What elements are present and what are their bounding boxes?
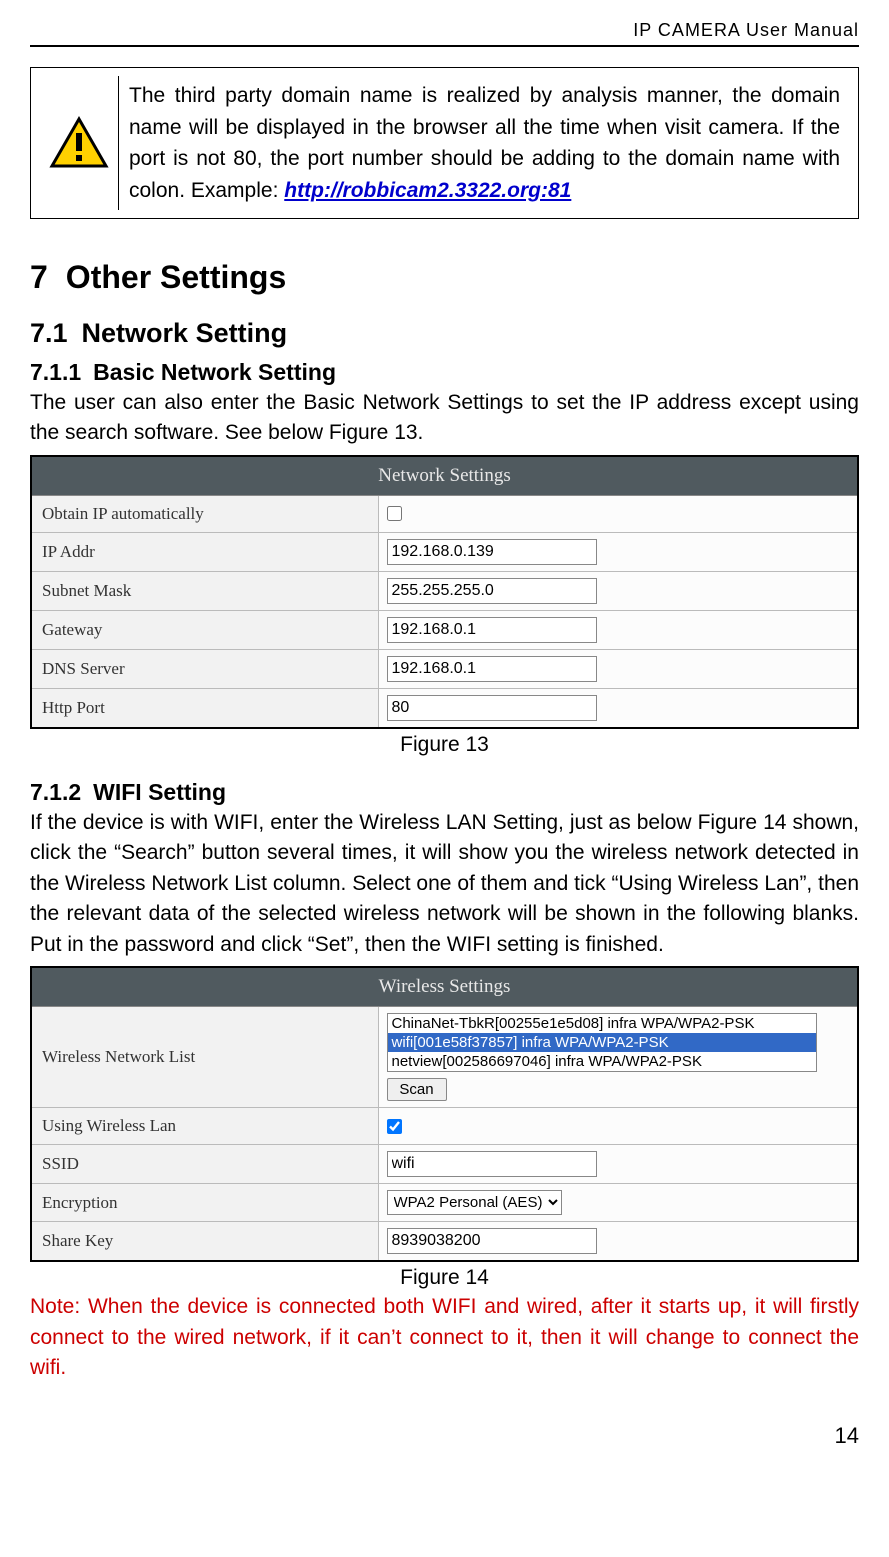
wifi-option-0[interactable]: ChinaNet-TbkR[00255e1e5d08] infra WPA/WP… [388, 1014, 816, 1033]
input-http-port[interactable] [387, 695, 597, 721]
wifi-option-1[interactable]: wifi[001e58f37857] infra WPA/WPA2-PSK [388, 1033, 816, 1052]
row-encryption: Encryption WPA2 Personal (AES) [32, 1184, 857, 1222]
wifi-list-container: ChinaNet-TbkR[00255e1e5d08] infra WPA/WP… [387, 1013, 817, 1101]
value-cell-gateway [379, 611, 858, 649]
figure13-caption: Figure 13 [30, 733, 859, 757]
page-header: IP CAMERA User Manual [30, 20, 859, 47]
value-obtain-ip [379, 496, 858, 532]
value-cell-dns [379, 650, 858, 688]
label-using-wlan: Using Wireless Lan [32, 1108, 379, 1144]
network-settings-panel: Network Settings Obtain IP automatically… [30, 455, 859, 729]
warning-icon [49, 116, 109, 171]
label-encryption: Encryption [32, 1184, 379, 1221]
warning-text: The third party domain name is realized … [119, 76, 850, 210]
checkbox-using-wlan[interactable] [387, 1119, 402, 1134]
heading-title-7: Other Settings [66, 259, 286, 295]
label-ip-addr: IP Addr [32, 533, 379, 571]
value-cell-wifi-list: ChinaNet-TbkR[00255e1e5d08] infra WPA/WP… [379, 1007, 858, 1107]
input-dns[interactable] [387, 656, 597, 682]
row-share-key: Share Key [32, 1222, 857, 1260]
row-gateway: Gateway [32, 611, 857, 650]
label-gateway: Gateway [32, 611, 379, 649]
heading-other-settings: 7 Other Settings [30, 259, 859, 296]
heading-num-712: 7.1.2 [30, 779, 81, 805]
value-cell-ip-addr [379, 533, 858, 571]
wireless-settings-panel: Wireless Settings Wireless Network List … [30, 966, 859, 1262]
input-gateway[interactable] [387, 617, 597, 643]
value-cell-using-wlan [379, 1108, 858, 1144]
input-subnet[interactable] [387, 578, 597, 604]
row-obtain-ip: Obtain IP automatically [32, 496, 857, 533]
label-obtain-ip: Obtain IP automatically [32, 496, 379, 532]
input-ssid[interactable] [387, 1151, 597, 1177]
wifi-option-2[interactable]: netview[002586697046] infra WPA/WPA2-PSK [388, 1052, 816, 1071]
heading-title-712: WIFI Setting [93, 779, 226, 805]
page-number: 14 [30, 1423, 859, 1449]
row-ip-addr: IP Addr [32, 533, 857, 572]
header-title: IP CAMERA User Manual [633, 20, 859, 40]
heading-basic-network: 7.1.1 Basic Network Setting [30, 359, 859, 386]
heading-title-711: Basic Network Setting [93, 359, 336, 385]
value-cell-share-key [379, 1222, 858, 1260]
select-encryption[interactable]: WPA2 Personal (AES) [387, 1190, 562, 1215]
row-wifi-list: Wireless Network List ChinaNet-TbkR[0025… [32, 1007, 857, 1108]
figure14-caption: Figure 14 [30, 1266, 859, 1290]
label-dns: DNS Server [32, 650, 379, 688]
label-share-key: Share Key [32, 1222, 379, 1260]
wireless-panel-title: Wireless Settings [32, 968, 857, 1007]
row-using-wlan: Using Wireless Lan [32, 1108, 857, 1145]
paragraph-712: If the device is with WIFI, enter the Wi… [30, 808, 859, 960]
scan-button[interactable]: Scan [387, 1078, 447, 1101]
label-subnet: Subnet Mask [32, 572, 379, 610]
paragraph-711: The user can also enter the Basic Networ… [30, 388, 859, 449]
warning-callout: The third party domain name is realized … [30, 67, 859, 219]
value-cell-http-port [379, 689, 858, 727]
value-cell-subnet [379, 572, 858, 610]
wifi-network-listbox[interactable]: ChinaNet-TbkR[00255e1e5d08] infra WPA/WP… [387, 1013, 817, 1072]
label-ssid: SSID [32, 1145, 379, 1183]
row-http-port: Http Port [32, 689, 857, 727]
network-panel-title: Network Settings [32, 457, 857, 496]
heading-title-71: Network Setting [82, 318, 288, 348]
checkbox-obtain-ip[interactable] [387, 506, 402, 521]
row-dns: DNS Server [32, 650, 857, 689]
label-wifi-list: Wireless Network List [32, 1007, 379, 1107]
input-ip-addr[interactable] [387, 539, 597, 565]
heading-num-7: 7 [30, 259, 48, 295]
input-share-key[interactable] [387, 1228, 597, 1254]
heading-network-setting: 7.1 Network Setting [30, 318, 859, 349]
row-ssid: SSID [32, 1145, 857, 1184]
warning-example-link[interactable]: http://robbicam2.3322.org:81 [284, 179, 571, 202]
heading-num-71: 7.1 [30, 318, 68, 348]
wifi-note: Note: When the device is connected both … [30, 1292, 859, 1383]
value-cell-encryption: WPA2 Personal (AES) [379, 1184, 858, 1221]
heading-num-711: 7.1.1 [30, 359, 81, 385]
heading-wifi-setting: 7.1.2 WIFI Setting [30, 779, 859, 806]
row-subnet: Subnet Mask [32, 572, 857, 611]
warning-icon-cell [39, 76, 119, 210]
label-http-port: Http Port [32, 689, 379, 727]
value-cell-ssid [379, 1145, 858, 1183]
